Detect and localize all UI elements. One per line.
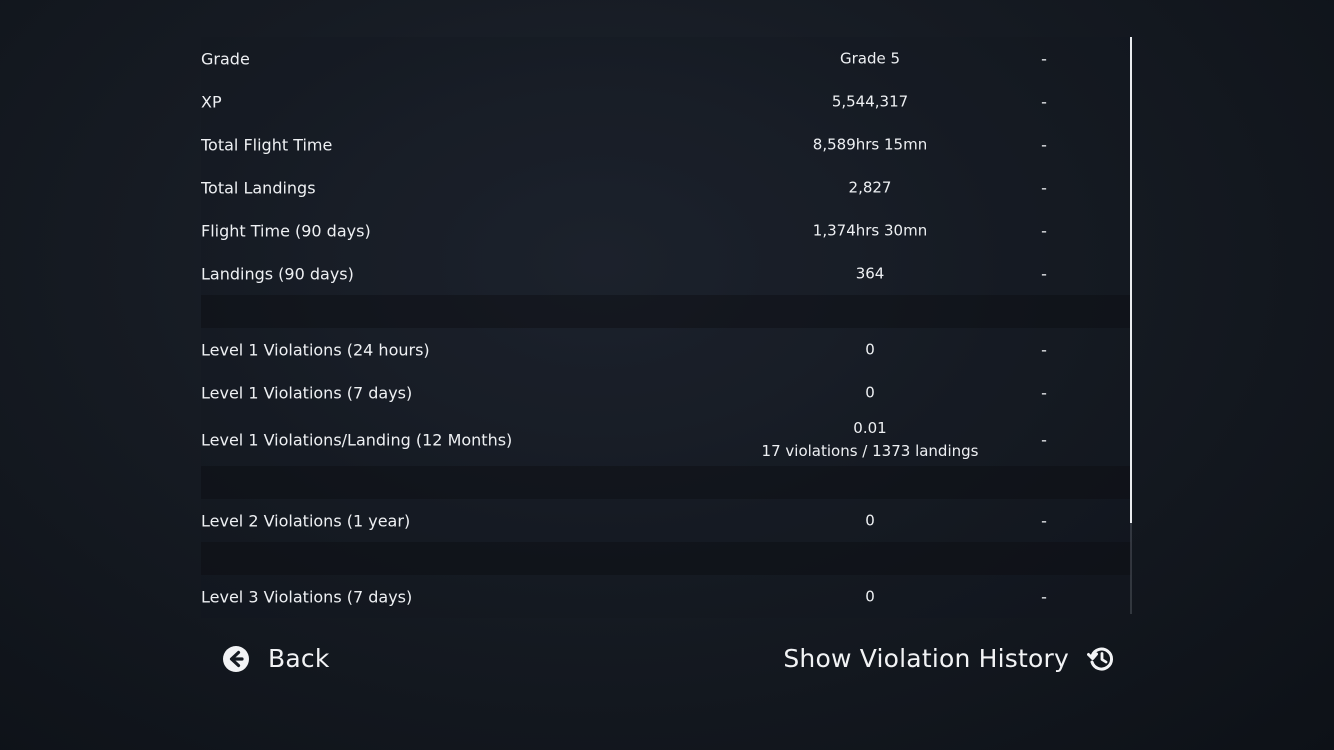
stats-list: Grade Grade 5 - XP 5,544,317 - Total Fli… — [201, 37, 1131, 618]
stat-label: Level 1 Violations/Landing (12 Months) — [201, 430, 513, 450]
stat-row-total-flight-time: Total Flight Time 8,589hrs 15mn - — [201, 123, 1131, 166]
back-button[interactable]: Back — [222, 644, 330, 673]
stat-label: XP — [201, 92, 222, 111]
stat-label: Level 3 Violations (7 days) — [201, 587, 413, 606]
stat-row-xp: XP 5,544,317 - — [201, 80, 1131, 123]
stat-label: Flight Time (90 days) — [201, 221, 371, 240]
section-divider — [201, 542, 1131, 575]
stat-row-landings-90-days: Landings (90 days) 364 - — [201, 252, 1131, 295]
stat-label: Level 2 Violations (1 year) — [201, 511, 411, 530]
stat-row-level3-violations-7d: Level 3 Violations (7 days) 0 - — [201, 575, 1131, 618]
stat-row-level1-violations-24h: Level 1 Violations (24 hours) 0 - — [201, 328, 1131, 371]
stat-row-total-landings: Total Landings 2,827 - — [201, 166, 1131, 209]
scrollbar-thumb[interactable] — [1130, 37, 1132, 523]
stat-label: Level 1 Violations (7 days) — [201, 383, 413, 402]
show-violation-history-label: Show Violation History — [783, 644, 1069, 673]
stat-row-level1-violations-7d: Level 1 Violations (7 days) 0 - — [201, 371, 1131, 414]
history-icon — [1087, 647, 1114, 671]
stats-panel[interactable]: Grade Grade 5 - XP 5,544,317 - Total Fli… — [201, 37, 1131, 626]
stat-label: Grade — [201, 49, 250, 68]
back-button-label: Back — [268, 644, 330, 673]
stat-label: Total Flight Time — [201, 135, 333, 154]
stat-label: Landings (90 days) — [201, 264, 354, 283]
section-divider — [201, 295, 1131, 328]
stat-row-level1-violations-per-landing: Level 1 Violations/Landing (12 Months) 0… — [201, 414, 1131, 466]
section-divider — [201, 466, 1131, 499]
stat-row-level2-violations-1y: Level 2 Violations (1 year) 0 - — [201, 499, 1131, 542]
stat-label: Total Landings — [201, 178, 316, 197]
footer-bar: Back Show Violation History — [201, 626, 1131, 698]
stat-row-grade: Grade Grade 5 - — [201, 37, 1131, 80]
scrollbar[interactable] — [1130, 37, 1132, 614]
stat-row-flight-time-90-days: Flight Time (90 days) 1,374hrs 30mn - — [201, 209, 1131, 252]
arrow-left-circle-icon — [223, 645, 249, 672]
stat-label: Level 1 Violations (24 hours) — [201, 340, 430, 359]
show-violation-history-button[interactable]: Show Violation History — [783, 644, 1115, 673]
